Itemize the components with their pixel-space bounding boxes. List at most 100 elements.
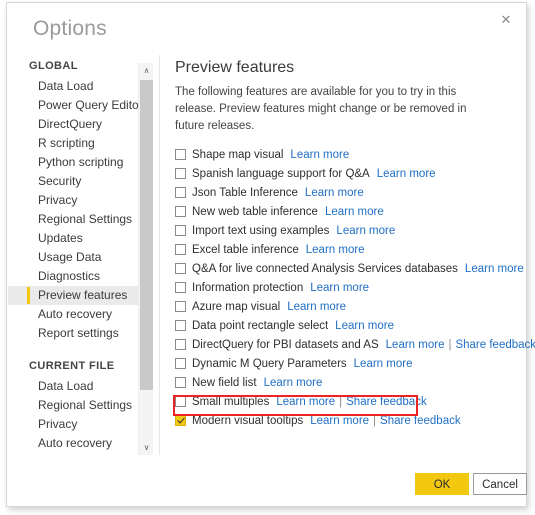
feature-label: Excel table inference — [192, 243, 299, 256]
page-title: Preview features — [175, 59, 295, 76]
feature-row[interactable]: Spanish language support for Q&A Learn mo… — [175, 164, 515, 183]
sidebar-item-data-load[interactable]: Data Load — [8, 377, 138, 396]
learn-more-link[interactable]: Learn more — [336, 225, 395, 237]
learn-more-link[interactable]: Learn more — [306, 244, 365, 256]
nav-group-header: GLOBAL — [29, 60, 78, 72]
feature-row[interactable]: Modern visual tooltips Learn more | Share f… — [175, 411, 515, 430]
learn-more-link[interactable]: Learn more — [325, 206, 384, 218]
scrollbar-thumb[interactable] — [140, 80, 153, 390]
learn-more-link[interactable]: Learn more — [386, 339, 445, 351]
share-feedback-link[interactable]: Share feedback — [380, 415, 461, 427]
feature-label: Azure map visual — [192, 300, 281, 313]
feature-row[interactable]: Excel table inference Learn more — [175, 240, 515, 259]
preview-features-panel: Preview features The following features … — [175, 59, 535, 430]
scroll-up-icon[interactable]: ∧ — [139, 63, 154, 78]
cancel-button[interactable]: Cancel — [473, 473, 527, 495]
feature-row[interactable]: Azure map visual Learn more — [175, 297, 515, 316]
checkbox-icon[interactable] — [175, 244, 186, 255]
feature-label: DirectQuery for PBI datasets and AS — [192, 338, 379, 351]
sidebar-item-power-query-editor[interactable]: Power Query Editor — [8, 96, 138, 115]
sidebar-item-data-load[interactable]: Data Load — [8, 77, 138, 96]
sidebar-item-report-settings[interactable]: Report settings — [8, 324, 138, 343]
sidebar-item-security[interactable]: Security — [8, 172, 138, 191]
panel-divider — [159, 55, 160, 455]
link-separator: | — [339, 395, 343, 408]
checkbox-icon[interactable] — [175, 339, 186, 350]
feature-label: Shape map visual — [192, 148, 284, 161]
close-icon[interactable]: ✕ — [492, 8, 520, 32]
page-description: The following features are available for… — [175, 86, 467, 132]
learn-more-link[interactable]: Learn more — [287, 301, 346, 313]
feature-label: Information protection — [192, 281, 304, 294]
link-separator: | — [448, 338, 452, 351]
checkbox-icon[interactable] — [175, 225, 186, 236]
feature-row[interactable]: Dynamic M Query Parameters Learn more — [175, 354, 515, 373]
learn-more-link[interactable]: Learn more — [465, 263, 524, 275]
checkbox-icon[interactable] — [175, 187, 186, 198]
learn-more-link[interactable]: Learn more — [290, 149, 349, 161]
checkbox-icon[interactable] — [175, 263, 186, 274]
checkbox-icon[interactable] — [175, 396, 186, 407]
nav-group-header: CURRENT FILE — [29, 360, 115, 372]
feature-row[interactable]: New field list Learn more — [175, 373, 515, 392]
sidebar-item-auto-recovery[interactable]: Auto recovery — [8, 434, 138, 453]
sidebar-item-regional-settings[interactable]: Regional Settings — [8, 210, 138, 229]
feature-row[interactable]: Small multiples Learn more | Share feedback — [175, 392, 515, 411]
feature-row[interactable]: New web table inference Learn more — [175, 202, 515, 221]
sidebar-item-privacy[interactable]: Privacy — [8, 191, 138, 210]
feature-label: Dynamic M Query Parameters — [192, 357, 347, 370]
feature-label: Spanish language support for Q&A — [192, 167, 370, 180]
sidebar-item-regional-settings[interactable]: Regional Settings — [8, 396, 138, 415]
sidebar-item-diagnostics[interactable]: Diagnostics — [8, 267, 138, 286]
feature-row[interactable]: Q&A for live connected Analysis Services… — [175, 259, 524, 278]
checkbox-icon[interactable] — [175, 301, 186, 312]
sidebar-scrollbar[interactable]: ∧ ∨ — [138, 63, 153, 455]
learn-more-link[interactable]: Learn more — [354, 358, 413, 370]
feature-label: Small multiples — [192, 395, 270, 408]
feature-label: Import text using examples — [192, 224, 330, 237]
feature-label: Modern visual tooltips — [192, 414, 304, 427]
feature-label: New web table inference — [192, 205, 318, 218]
feature-row[interactable]: Data point rectangle select Learn more — [175, 316, 515, 335]
checkbox-icon[interactable] — [175, 320, 186, 331]
checkbox-icon[interactable] — [175, 206, 186, 217]
scroll-down-icon[interactable]: ∨ — [139, 440, 154, 455]
sidebar-item-updates[interactable]: Updates — [8, 229, 138, 248]
dialog-title: Options — [33, 17, 107, 40]
sidebar-item-preview-features[interactable]: Preview features — [8, 286, 138, 305]
learn-more-link[interactable]: Learn more — [310, 282, 369, 294]
learn-more-link[interactable]: Learn more — [335, 320, 394, 332]
sidebar-item-privacy[interactable]: Privacy — [8, 415, 138, 434]
options-dialog: Options ✕ GLOBAL Data Load Power Query Edi… — [6, 2, 535, 507]
sidebar-item-python-scripting[interactable]: Python scripting — [8, 153, 138, 172]
share-feedback-link[interactable]: Share feedback — [346, 396, 427, 408]
ok-button[interactable]: OK — [415, 473, 469, 495]
checkbox-icon[interactable] — [175, 377, 186, 388]
feature-row[interactable]: DirectQuery for PBI datasets and AS Learn… — [175, 335, 535, 354]
feature-list: Shape map visual Learn more Spanish langua… — [175, 145, 535, 430]
checkbox-icon[interactable] — [175, 415, 186, 426]
learn-more-link[interactable]: Learn more — [305, 187, 364, 199]
sidebar-item-usage-data[interactable]: Usage Data — [8, 248, 138, 267]
share-feedback-link[interactable]: Share feedback — [455, 339, 535, 351]
checkbox-icon[interactable] — [175, 282, 186, 293]
feature-label: Data point rectangle select — [192, 319, 329, 332]
sidebar-item-r-scripting[interactable]: R scripting — [8, 134, 138, 153]
learn-more-link[interactable]: Learn more — [264, 377, 323, 389]
sidebar-item-directquery[interactable]: DirectQuery — [8, 115, 138, 134]
learn-more-link[interactable]: Learn more — [276, 396, 335, 408]
feature-row[interactable]: Import text using examples Learn more — [175, 221, 515, 240]
checkbox-icon[interactable] — [175, 358, 186, 369]
learn-more-link[interactable]: Learn more — [377, 168, 436, 180]
link-separator: | — [373, 414, 377, 427]
feature-row[interactable]: Shape map visual Learn more — [175, 145, 515, 164]
feature-label: Q&A for live connected Analysis Services… — [192, 262, 458, 275]
checkbox-icon[interactable] — [175, 168, 186, 179]
feature-row[interactable]: Information protection Learn more — [175, 278, 515, 297]
learn-more-link[interactable]: Learn more — [310, 415, 369, 427]
feature-row[interactable]: Json Table Inference Learn more — [175, 183, 515, 202]
checkbox-icon[interactable] — [175, 149, 186, 160]
feature-label: New field list — [192, 376, 257, 389]
sidebar-item-auto-recovery[interactable]: Auto recovery — [8, 305, 138, 324]
feature-label: Json Table Inference — [192, 186, 298, 199]
